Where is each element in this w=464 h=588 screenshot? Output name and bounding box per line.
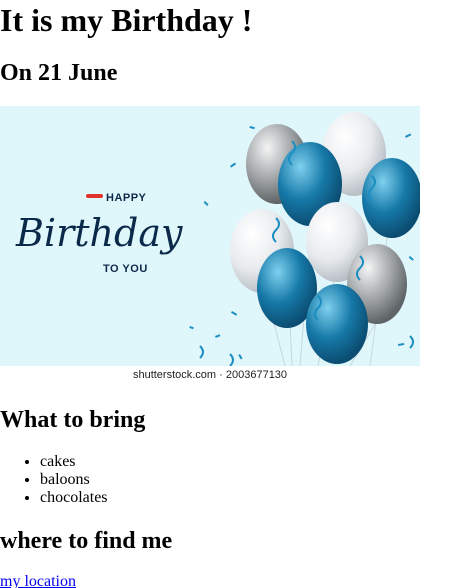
date-heading: On 21 June <box>0 60 118 86</box>
bring-list: cakes baloons chocolates <box>0 453 108 507</box>
birthday-script-text: Birthday <box>15 211 183 255</box>
page-title: It is my Birthday ! <box>0 2 253 38</box>
accent-dash <box>86 194 103 198</box>
list-item: chocolates <box>40 489 108 507</box>
list-item: baloons <box>40 471 108 489</box>
page: It is my Birthday ! On 21 June HAPPY Bir… <box>0 0 464 588</box>
list-item: cakes <box>40 453 108 471</box>
birthday-image-art: HAPPY Birthday TO YOU <box>0 106 420 366</box>
happy-text: HAPPY <box>106 192 147 204</box>
find-heading: where to find me <box>0 528 173 554</box>
location-link[interactable]: my location <box>0 573 76 588</box>
image-caption: shutterstock.com · 2003677130 <box>132 369 288 381</box>
balloon-teal <box>306 284 368 364</box>
bring-heading: What to bring <box>0 407 146 433</box>
to-you-text: TO YOU <box>103 263 148 275</box>
birthday-image: HAPPY Birthday TO YOU <box>0 106 420 385</box>
